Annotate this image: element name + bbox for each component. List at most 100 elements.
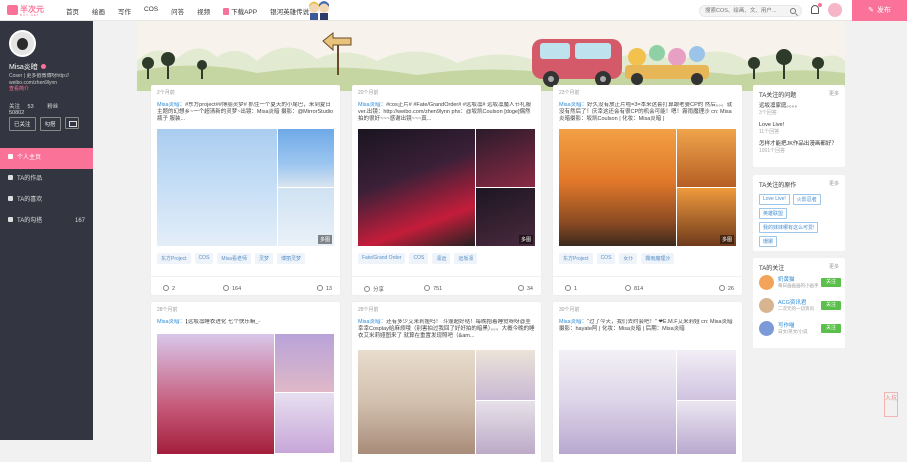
site-logo[interactable]: 半次元 BCY.NET [7,3,53,17]
post-card[interactable]: 30个月前 Misa炎暗：“过了今天，我们去约会吧！” ❤E.M.F艾米莉娅 c… [553,302,742,462]
user-name[interactable]: 奶黄猫 [778,275,795,283]
post-image-thumb[interactable] [275,334,334,392]
message-icon[interactable] [64,117,79,129]
question-item[interactable]: Love Live! 11个回答 [759,122,839,135]
search-icon[interactable] [790,8,796,14]
tag[interactable]: COS [194,253,214,264]
share-button[interactable]: 1 [565,285,577,292]
post-card[interactable]: 23个月前 Misa炎暗：好久没有放正片啦=3=本来这套打算跟老婆CP的 然后。… [553,85,742,295]
share-button[interactable]: 2 [163,285,175,292]
work-tag[interactable]: Love Live! [759,194,790,205]
post-card[interactable]: 2个月前 Misa炎暗：#东方project##博丽灵梦# 抓住一个夏天的小尾巴… [151,85,340,295]
work-tag[interactable]: 火影忍者 [792,194,821,205]
post-author[interactable]: Misa炎暗： [157,319,185,325]
comment-button[interactable]: 34 [517,285,533,292]
user-avatar[interactable] [828,3,842,17]
post-author[interactable]: Misa炎暗： [559,319,587,325]
menu-item-works[interactable]: TA的作品 [0,169,93,190]
tag[interactable]: COS [409,253,429,264]
nav-writing[interactable]: 写作 [118,6,131,16]
post-image-main[interactable] [559,350,676,454]
menu-item-messages[interactable]: TA的勾搭 167 [0,211,93,232]
tag[interactable]: 女仆 [619,253,638,264]
post-image-thumb[interactable] [677,401,736,454]
tag[interactable]: 灵梦 [254,253,273,264]
user-avatar[interactable] [759,321,774,336]
tag[interactable]: Misa看老师 [217,253,251,264]
post-image-main[interactable] [157,334,274,454]
comment-button[interactable]: 13 [316,285,332,292]
post-image-thumb[interactable] [278,129,334,187]
tag[interactable]: 东方Project [559,253,593,264]
post-image-thumb[interactable] [677,350,736,400]
post-image-main[interactable] [157,129,277,246]
post-text[interactable]: Misa炎暗：#东方project##博丽灵梦# 抓住一个夏天的小尾巴，来到夏日… [157,102,334,124]
bio-more-link[interactable]: 查看简介 [9,86,87,93]
followed-button[interactable]: 已关注 [9,117,36,131]
bio-line-2[interactable]: weibo.com/zhen9lynn [9,80,57,86]
user-avatar[interactable] [759,298,774,313]
bell-icon[interactable] [811,3,822,14]
nav-event[interactable]: 银河英雄传说 [270,6,309,16]
user-avatar[interactable] [759,275,774,290]
post-text[interactable]: Misa炎暗：“过了今天，我们去约会吧！” ❤E.M.F艾米莉娅 cn: Mis… [559,319,736,341]
post-text[interactable]: Misa炎暗：#cos正片# #Fate/GrandOrder# #远坂凛# 远… [358,102,535,124]
tag[interactable]: 凛远 [432,253,451,264]
post-author[interactable]: Misa炎暗： [157,102,185,108]
question-item[interactable]: 远坂凛家庭。。。。 3个回答 [759,103,839,116]
question-item[interactable]: 怎样才能把JK作品出漫画都好？ 1001个回答 [759,141,839,154]
tag[interactable]: 博丽灵梦 [276,253,305,264]
profile-avatar[interactable] [9,30,36,57]
post-image-thumb[interactable] [476,129,535,187]
follow-button[interactable]: 关注 [821,324,841,333]
like-button[interactable]: 814 [625,285,643,292]
post-card[interactable]: 20个月前 Misa炎暗：#cos正片# #Fate/GrandOrder# #… [352,85,541,295]
post-text[interactable]: Misa炎暗：好久没有放正片啦=3=本来这套打算跟老婆CP的 然后。。。就没有然… [559,102,736,124]
comment-button[interactable]: 26 [718,285,734,292]
search-input[interactable] [700,6,788,16]
post-image-main[interactable] [358,350,475,454]
nav-qa[interactable]: 问答 [171,6,184,16]
work-tag[interactable]: 英雄联盟 [759,208,788,219]
tag[interactable]: COS [596,253,616,264]
search-box[interactable] [699,5,802,17]
post-image-main[interactable] [358,129,475,246]
tag[interactable]: 东方Project [157,253,191,264]
post-image-thumb[interactable] [476,401,535,454]
tag[interactable]: Fate/Grand Order [358,253,406,264]
post-image-main[interactable] [559,129,676,246]
post-card[interactable]: 28个月前 Misa炎暗：还有多少艾米莉娅吗！ 斗篷超好哒！每晚抱着睡觉呀呀@圭… [352,302,541,462]
follow-button[interactable]: 关注 [821,278,841,287]
nav-drawing[interactable]: 绘画 [92,6,105,16]
post-image-thumb[interactable]: 多图 [278,188,334,246]
menu-item-likes[interactable]: TA的喜欢 [0,190,93,211]
more-link[interactable]: 更多 [829,90,839,97]
floating-stamp[interactable]: 入坑 [884,392,898,417]
share-button[interactable]: 分享 [364,285,384,293]
user-name[interactable]: ACG资讯君 [778,298,806,306]
work-tag[interactable]: 珊娜 [759,236,778,247]
post-author[interactable]: Misa炎暗： [559,102,587,108]
post-image-thumb[interactable]: 多图 [476,188,535,246]
follow-button[interactable]: 关注 [821,301,841,310]
user-name[interactable]: 写作喵 [778,321,795,329]
more-link[interactable]: 更多 [829,180,839,187]
work-tag[interactable]: 我的妹妹哪有这么可爱! [759,222,819,233]
private-message-button[interactable]: 勾搭 [39,117,61,131]
tag[interactable]: 远坂凛 [454,253,478,264]
post-image-thumb[interactable] [275,393,334,453]
publish-button[interactable]: 发布 [852,0,907,21]
like-button[interactable]: 751 [424,285,442,292]
event-characters-icon[interactable] [306,1,332,20]
post-image-thumb[interactable] [677,129,736,187]
nav-download-app[interactable]: 下载APP [223,6,257,16]
nav-home[interactable]: 首页 [66,6,79,16]
tag[interactable]: 霧雨魔理沙 [641,253,675,264]
post-author[interactable]: Misa炎暗： [358,102,386,108]
post-image-thumb[interactable]: 多图 [677,188,736,246]
more-link[interactable]: 更多 [829,263,839,270]
nav-cos[interactable]: COS [144,6,158,16]
post-text[interactable]: Misa炎暗：还有多少艾米莉娅吗！ 斗篷超好哒！每晚抱着睡觉呀呀@圭幸幸Cosp… [358,319,535,341]
profile-name[interactable]: Misa炎暗 [9,62,46,72]
post-author[interactable]: Misa炎暗： [358,319,386,325]
